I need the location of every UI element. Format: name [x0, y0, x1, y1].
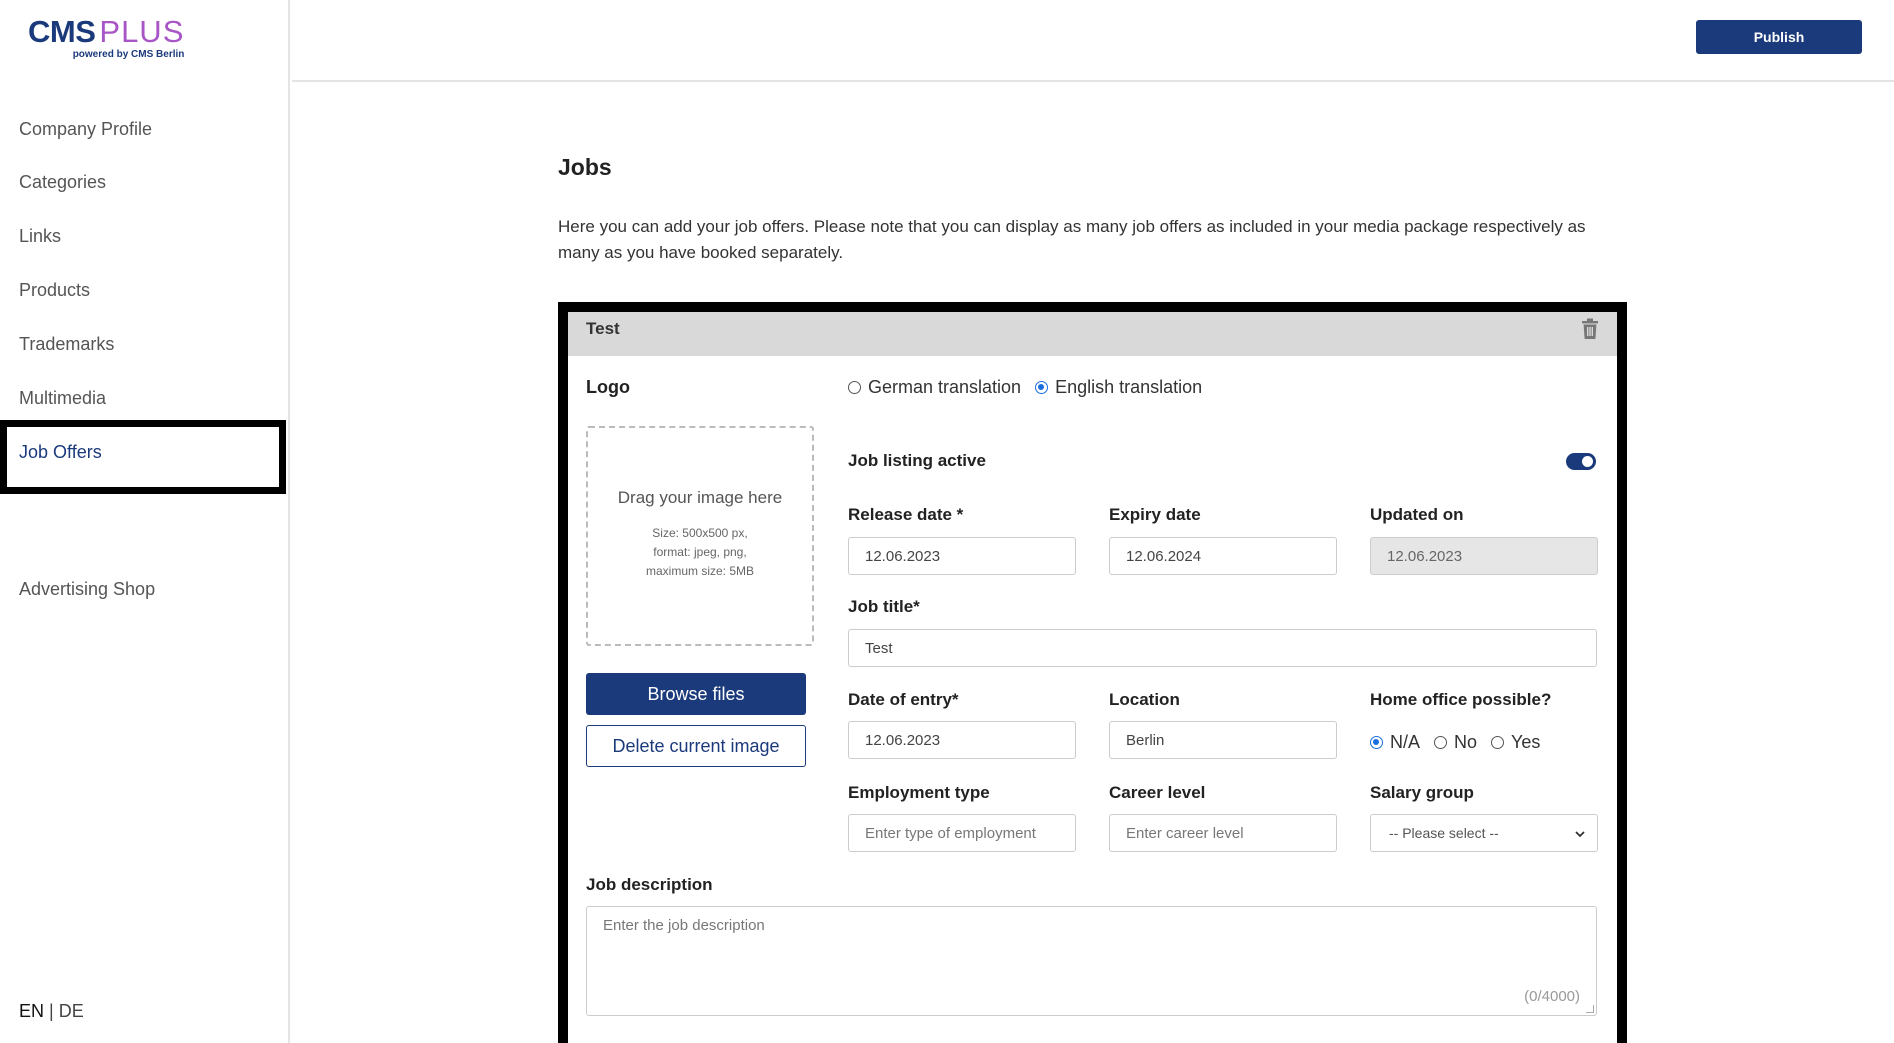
sidebar-item-trademarks[interactable]: Trademarks: [19, 334, 114, 355]
resize-handle-icon[interactable]: [1586, 1005, 1594, 1013]
radio-indicator: [1491, 736, 1505, 749]
listing-active-toggle[interactable]: [1566, 453, 1596, 470]
radio-home-office-na[interactable]: N/A: [1370, 732, 1420, 753]
sidebar-item-products[interactable]: Products: [19, 280, 90, 301]
release-date-label: Release date *: [848, 505, 964, 524]
page-intro: Here you can add your job offers. Please…: [558, 217, 1586, 262]
career-level-input[interactable]: [1109, 814, 1337, 852]
date-of-entry-label: Date of entry*: [848, 690, 959, 709]
language-switcher: EN | DE: [19, 1001, 84, 1022]
trash-icon[interactable]: [1581, 318, 1599, 345]
sidebar: CMS PLUS powered by CMS Berlin Company Pr…: [0, 0, 290, 1043]
translation-radio-group: German translation English translation: [848, 377, 1216, 398]
job-title-input[interactable]: [848, 629, 1597, 667]
home-office-label: Home office possible?: [1370, 690, 1552, 709]
delete-image-button[interactable]: Delete current image: [586, 725, 806, 767]
lang-separator: |: [49, 1001, 54, 1021]
publish-button[interactable]: Publish: [1696, 20, 1862, 54]
radio-german-translation[interactable]: German translation: [848, 377, 1021, 398]
job-card-title: Test: [586, 319, 620, 338]
radio-english-translation[interactable]: English translation: [1035, 377, 1202, 398]
radio-indicator-selected: [1370, 736, 1383, 749]
logo-tagline: powered by CMS Berlin: [72, 49, 185, 60]
radio-home-office-yes[interactable]: Yes: [1491, 732, 1540, 753]
char-counter: (0/4000): [1524, 988, 1580, 1005]
date-of-entry-input[interactable]: [848, 721, 1076, 759]
salary-group-select[interactable]: -- Please select --: [1370, 814, 1598, 852]
listing-active-label: Job listing active: [848, 451, 986, 470]
dropzone-info: Size: 500x500 px, format: jpeg, png, max…: [645, 526, 755, 578]
release-date-input[interactable]: [848, 537, 1076, 575]
salary-group-label: Salary group: [1370, 783, 1474, 802]
job-description-placeholder: Enter the job description: [603, 917, 765, 934]
job-description-textarea[interactable]: Enter the job description (0/4000): [586, 906, 1597, 1016]
logo-plus: PLUS: [99, 14, 185, 49]
updated-on-input: [1370, 537, 1598, 575]
sidebar-item-job-offers[interactable]: Job Offers: [19, 442, 102, 463]
chevron-down-icon: [1575, 825, 1585, 841]
job-card-header[interactable]: Test: [568, 312, 1617, 356]
lang-de[interactable]: DE: [59, 1001, 84, 1021]
updated-on-label: Updated on: [1370, 505, 1464, 524]
sidebar-item-multimedia[interactable]: Multimedia: [19, 388, 106, 409]
dropzone-title: Drag your image here: [617, 488, 783, 507]
logo-label: Logo: [586, 377, 630, 397]
top-bar: Publish: [292, 0, 1894, 82]
radio-home-office-no[interactable]: No: [1434, 732, 1477, 753]
salary-group-value: -- Please select --: [1389, 825, 1499, 841]
career-level-label: Career level: [1109, 783, 1206, 802]
logo-cms: CMS: [28, 14, 96, 49]
expiry-date-input[interactable]: [1109, 537, 1337, 575]
page-title: Jobs: [558, 154, 612, 180]
brand-logo[interactable]: CMS PLUS powered by CMS Berlin: [28, 16, 184, 60]
image-dropzone[interactable]: Drag your image here Size: 500x500 px, f…: [586, 426, 814, 646]
employment-type-label: Employment type: [848, 783, 990, 802]
job-title-label: Job title*: [848, 597, 920, 616]
home-office-radio-group: N/A No Yes: [1370, 732, 1554, 753]
radio-indicator: [848, 381, 861, 394]
radio-indicator-selected: [1035, 381, 1049, 394]
location-input[interactable]: [1109, 721, 1337, 759]
location-label: Location: [1109, 690, 1180, 709]
job-description-label: Job description: [586, 875, 713, 894]
sidebar-item-company-profile[interactable]: Company Profile: [19, 119, 152, 140]
employment-type-input[interactable]: [848, 814, 1076, 852]
lang-en[interactable]: EN: [19, 1001, 44, 1021]
radio-indicator: [1434, 736, 1448, 749]
sidebar-item-advertising-shop[interactable]: Advertising Shop: [19, 579, 155, 600]
sidebar-item-links[interactable]: Links: [19, 226, 61, 247]
sidebar-item-categories[interactable]: Categories: [19, 172, 106, 193]
expiry-date-label: Expiry date: [1109, 505, 1201, 524]
browse-files-button[interactable]: Browse files: [586, 673, 806, 715]
